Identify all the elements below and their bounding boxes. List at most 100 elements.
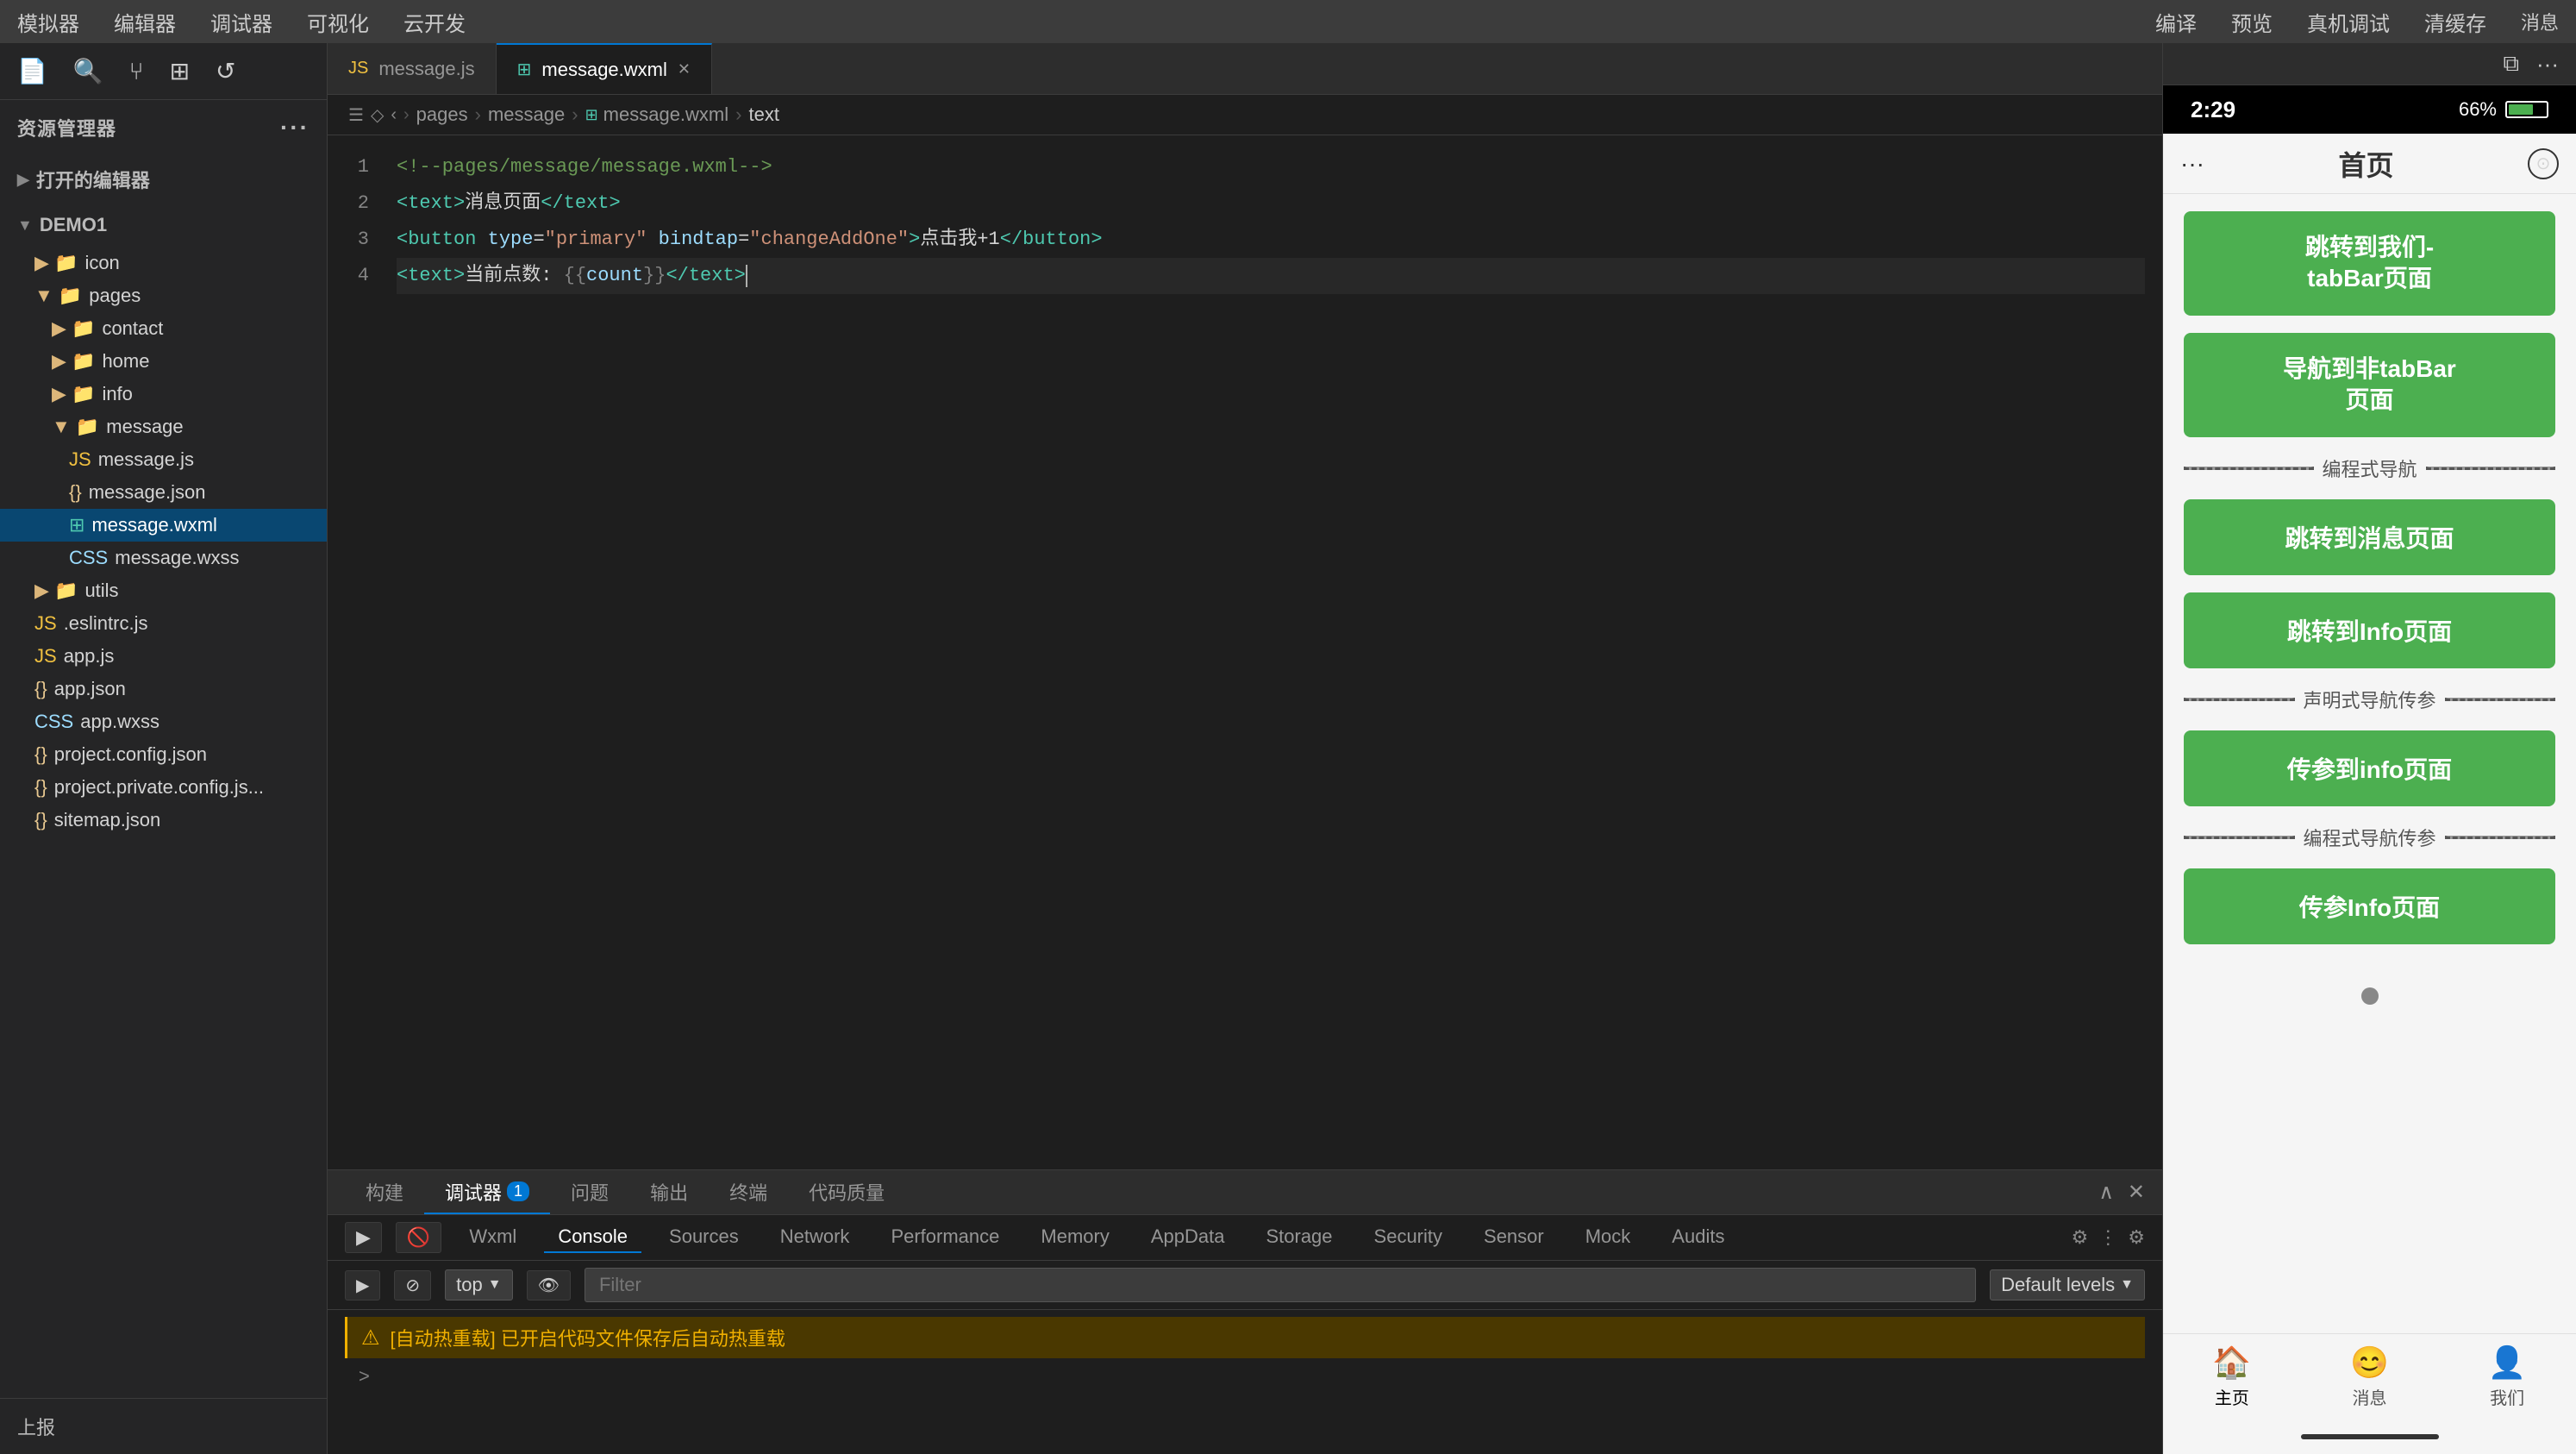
console-tab-console[interactable]: Console	[544, 1222, 641, 1253]
menu-item-cloud[interactable]: 云开发	[403, 7, 466, 37]
breadcrumb-message[interactable]: message	[488, 103, 565, 126]
tree-item-home[interactable]: ▶ 📁 home	[0, 345, 327, 378]
breadcrumb-wxml[interactable]: ⊞ message.wxml	[585, 103, 729, 126]
menu-item-debugger[interactable]: 调试器	[210, 7, 272, 37]
console-prompt[interactable]: >	[345, 1358, 2145, 1394]
console-tab-audits[interactable]: Audits	[1658, 1222, 1738, 1253]
tree-item-project-config[interactable]: {} project.config.json	[0, 738, 327, 771]
console-tab-storage[interactable]: Storage	[1252, 1222, 1346, 1253]
tree-item-eslint[interactable]: JS .eslintrc.js	[0, 607, 327, 640]
panel-tab-debugger[interactable]: 调试器 1	[424, 1170, 550, 1214]
menu-item-editor[interactable]: 编辑器	[114, 7, 176, 37]
sim-top-bar: ⧉ ···	[2163, 43, 2576, 85]
breadcrumb-text[interactable]: text	[748, 103, 778, 126]
panel-tab-code-quality[interactable]: 代码质量	[788, 1170, 905, 1214]
menu-item-clear[interactable]: 清缓存	[2424, 7, 2486, 37]
breadcrumb-forward-icon[interactable]: ›	[403, 105, 410, 125]
tree-item-appwxss[interactable]: CSS app.wxss	[0, 705, 327, 738]
btn-tabbar[interactable]: 跳转到我们- tabBar页面	[2184, 211, 2555, 316]
console-tab-performance[interactable]: Performance	[877, 1222, 1013, 1253]
console-toolbar: ▶ 🚫 Wxml Console Sources Network Perform…	[328, 1215, 2162, 1261]
files-icon[interactable]: 📄	[17, 57, 47, 85]
levels-select[interactable]: Default levels ▼	[1990, 1269, 2145, 1300]
btn-info-page[interactable]: 跳转到Info页面	[2184, 592, 2555, 668]
exec-script-button[interactable]: ▶	[345, 1222, 382, 1253]
console-tab-security[interactable]: Security	[1360, 1222, 1456, 1253]
warn-icon: ⚠	[361, 1326, 380, 1351]
menu-item-compile[interactable]: 编译	[2155, 7, 2197, 37]
tab-message-wxml[interactable]: ⊞ message.wxml ✕	[497, 43, 712, 94]
git-icon[interactable]: ⑂	[129, 58, 144, 85]
panel-chevron-up-icon[interactable]: ∧	[2098, 1180, 2114, 1205]
phone-status-bar: 2:29 66%	[2163, 85, 2576, 134]
tree-item-message[interactable]: ▼ 📁 message	[0, 411, 327, 443]
clear-console-button[interactable]: 🚫	[396, 1222, 441, 1253]
nav-dots-button[interactable]: ···	[2180, 150, 2204, 178]
menu-item-preview[interactable]: 预览	[2231, 7, 2273, 37]
code-line-4: <text>当前点数: {{count}}</text>	[397, 258, 2145, 294]
btn-pass-info[interactable]: 传参到info页面	[2184, 730, 2555, 806]
sim-split-icon[interactable]: ⧉	[2503, 50, 2519, 78]
code-content[interactable]: <!--pages/message/message.wxml--> <text>…	[379, 135, 2162, 1169]
console-tab-appdata[interactable]: AppData	[1137, 1222, 1239, 1253]
panel-tab-problems[interactable]: 问题	[550, 1170, 629, 1214]
breadcrumb-back-icon[interactable]: ‹	[391, 105, 397, 125]
tree-item-info[interactable]: ▶ 📁 info	[0, 378, 327, 411]
settings-icon[interactable]: ⚙	[2072, 1226, 2089, 1249]
tab-message-js[interactable]: JS message.js	[328, 43, 497, 94]
console-tab-sensor[interactable]: Sensor	[1470, 1222, 1558, 1253]
js-file-icon: JS	[69, 448, 91, 471]
tree-item-appjs[interactable]: JS app.js	[0, 640, 327, 673]
tree-item-utils[interactable]: ▶ 📁 utils	[0, 574, 327, 607]
panel-tab-build[interactable]: 构建	[345, 1170, 424, 1214]
more-options-icon[interactable]: ⋮	[2098, 1226, 2117, 1249]
btn-message-page[interactable]: 跳转到消息页面	[2184, 499, 2555, 575]
filter-input[interactable]	[585, 1268, 1976, 1302]
tree-item-message-wxml[interactable]: ⊞ message.wxml	[0, 509, 327, 542]
panel-tab-terminal[interactable]: 终端	[709, 1170, 788, 1214]
breadcrumb-pages[interactable]: pages	[416, 103, 468, 126]
message-folder-icon: ▼ 📁	[52, 416, 99, 438]
eye-icon[interactable]: 👁	[527, 1270, 571, 1300]
demo1-section[interactable]: ▼ DEMO1	[0, 204, 327, 247]
open-editors-section[interactable]: ▶ 打开的编辑器	[0, 155, 327, 204]
panel-tab-output[interactable]: 输出	[629, 1170, 709, 1214]
tab-close-button[interactable]: ✕	[678, 60, 691, 78]
search-icon[interactable]: 🔍	[73, 57, 103, 85]
console-tab-mock[interactable]: Mock	[1572, 1222, 1645, 1253]
btn-pass-info-page[interactable]: 传参Info页面	[2184, 868, 2555, 944]
nav-circle-button[interactable]: ⊙	[2528, 148, 2559, 179]
tree-item-project-private[interactable]: {} project.private.config.js...	[0, 771, 327, 804]
resource-manager-label: 资源管理器	[17, 114, 116, 141]
nav-item-message[interactable]: 😊 消息	[2301, 1334, 2439, 1420]
refresh-icon[interactable]: ↺	[216, 57, 235, 85]
console-tab-memory[interactable]: Memory	[1027, 1222, 1122, 1253]
tree-item-icon[interactable]: ▶ 📁 icon	[0, 247, 327, 279]
console-tab-sources[interactable]: Sources	[655, 1222, 753, 1253]
resource-manager-more[interactable]: ···	[280, 114, 309, 141]
tree-item-message-wxss[interactable]: CSS message.wxss	[0, 542, 327, 574]
menu-item-device-debug[interactable]: 真机调试	[2307, 7, 2390, 37]
tree-item-sitemap[interactable]: {} sitemap.json	[0, 804, 327, 837]
console-messages: ⚠ [自动热重载] 已开启代码文件保存后自动热重载 >	[328, 1310, 2162, 1454]
tree-item-message-json[interactable]: {} message.json	[0, 476, 327, 509]
console-prohibit-button[interactable]: ⊘	[394, 1270, 431, 1300]
tree-item-appjson[interactable]: {} app.json	[0, 673, 327, 705]
btn-non-tabbar[interactable]: 导航到非tabBar 页面	[2184, 333, 2555, 437]
menu-item-visualize[interactable]: 可视化	[307, 7, 369, 37]
sim-more-icon[interactable]: ···	[2536, 51, 2559, 78]
menu-item-simulator[interactable]: 模拟器	[17, 7, 79, 37]
console-tab-network[interactable]: Network	[766, 1222, 864, 1253]
nav-item-home[interactable]: 🏠 主页	[2163, 1334, 2301, 1420]
layout-icon[interactable]: ⊞	[170, 57, 190, 85]
tree-item-contact[interactable]: ▶ 📁 contact	[0, 312, 327, 345]
console-run-button[interactable]: ▶	[345, 1270, 380, 1300]
top-select-container[interactable]: top ▼	[445, 1269, 512, 1300]
console-tab-wxml[interactable]: Wxml	[455, 1222, 530, 1253]
nav-item-us[interactable]: 👤 我们	[2438, 1334, 2576, 1420]
panel-close-icon[interactable]: ✕	[2128, 1180, 2145, 1205]
tree-item-message-js[interactable]: JS message.js	[0, 443, 327, 476]
tree-item-pages[interactable]: ▼ 📁 pages	[0, 279, 327, 312]
panel-gear-icon[interactable]: ⚙	[2128, 1226, 2145, 1249]
editor-tabs: JS message.js ⊞ message.wxml ✕	[328, 43, 2162, 95]
